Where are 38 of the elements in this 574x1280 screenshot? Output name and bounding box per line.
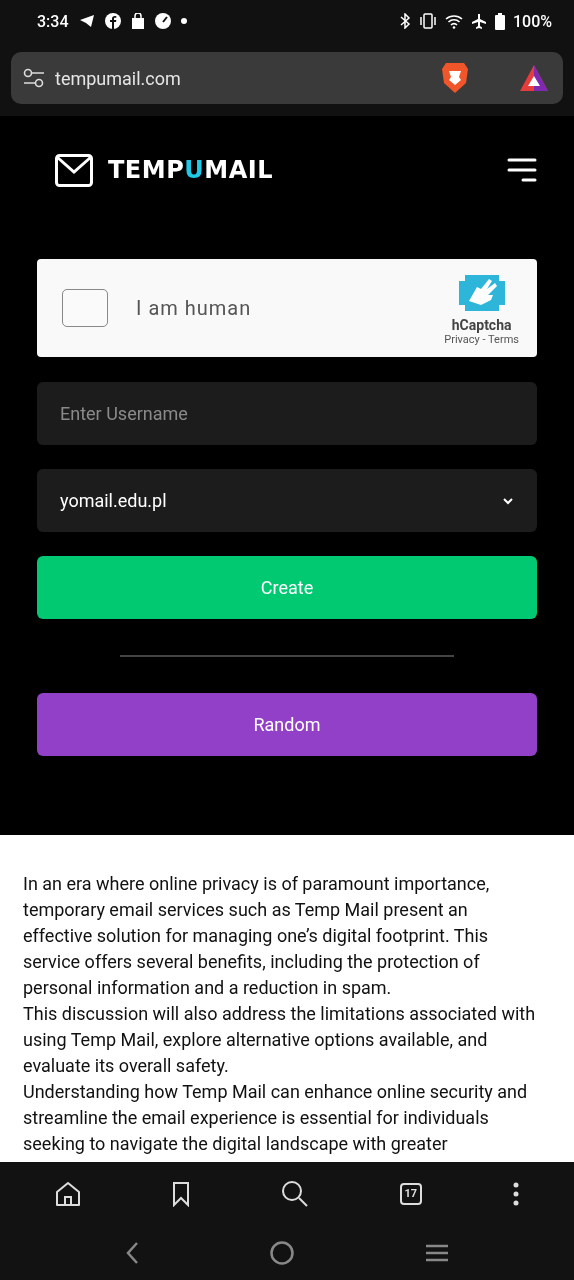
home-icon[interactable] xyxy=(55,1180,82,1207)
battery-icon xyxy=(494,12,505,30)
airplane-icon xyxy=(470,13,487,29)
random-button[interactable]: Random xyxy=(37,693,537,756)
dot-icon xyxy=(180,18,187,24)
site-logo[interactable]: TEMPUMAIL xyxy=(108,156,273,184)
article-paragraph: This discussion will also address the limitations associated with using Temp Mail, explore alternative options available, and evaluate its overall safety. xyxy=(23,1002,537,1078)
article-paragraph: In an era where online privacy is of paramount importance, temporary email services such as Temp Mail present an effective solution for managing one’s digital footprint. This service offers several benefits, including the protection of personal information and a reduction in spam. xyxy=(23,872,491,1000)
paper-plane-icon xyxy=(78,14,95,28)
vibrate-icon xyxy=(418,13,437,29)
gauge-icon xyxy=(154,13,171,29)
captcha-brand: hCaptcha xyxy=(451,316,512,333)
search-icon[interactable] xyxy=(281,1179,309,1208)
triangle-icon[interactable] xyxy=(519,64,549,92)
facebook-icon xyxy=(104,13,121,29)
shopping-bag-icon xyxy=(130,13,145,29)
username-field[interactable]: Enter Username xyxy=(37,382,537,445)
address-bar[interactable]: tempumail.com xyxy=(11,52,563,104)
wifi-icon xyxy=(444,13,463,29)
battery-level: 100% xyxy=(512,11,552,31)
captcha-checkbox[interactable] xyxy=(62,289,108,327)
article-paragraph: Understanding how Temp Mail can enhance online security and streamline the email experience is essential for individuals seeking to navigate the digital landscape with greater xyxy=(23,1080,529,1156)
chevron-down-icon xyxy=(502,496,514,505)
domain-select[interactable]: yomail.edu.pl xyxy=(37,469,537,532)
captcha-links[interactable]: Privacy - Terms xyxy=(444,332,519,346)
recents-icon[interactable] xyxy=(424,1243,449,1262)
more-icon[interactable] xyxy=(512,1181,519,1206)
home-circle-icon[interactable] xyxy=(270,1240,294,1265)
clock: 3:34 xyxy=(37,11,69,31)
sliders-icon[interactable] xyxy=(23,68,45,88)
menu-icon[interactable] xyxy=(507,158,537,182)
envelope-icon xyxy=(55,153,93,187)
back-icon[interactable] xyxy=(125,1240,140,1265)
tab-counter[interactable]: 17 xyxy=(399,1182,422,1205)
captcha-label: I am human xyxy=(136,296,252,320)
bluetooth-icon xyxy=(398,13,411,29)
url-text: tempumail.com xyxy=(55,67,181,89)
bookmark-icon[interactable] xyxy=(172,1180,191,1207)
